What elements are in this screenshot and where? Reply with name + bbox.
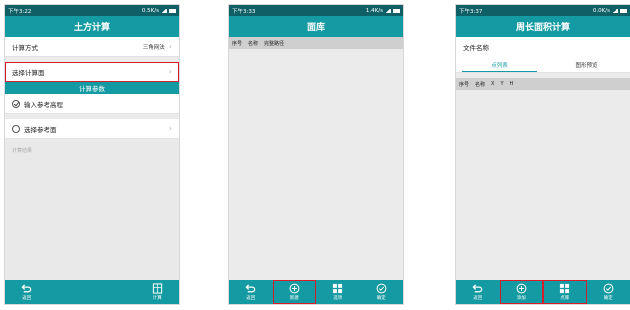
status-time: 下午3:33 bbox=[232, 8, 256, 15]
chevron-right-icon: › bbox=[168, 41, 172, 51]
tab-graph-preview[interactable]: 图形预览 bbox=[543, 57, 630, 72]
input-ref-height-label: 输入参考高程 bbox=[24, 100, 63, 109]
column-header: 完整路径 bbox=[264, 40, 285, 47]
confirm-button[interactable]: 确定 bbox=[587, 280, 630, 304]
status-bar: 下午3:37 0.0K/s bbox=[456, 5, 630, 16]
perimeter-area-screen: 下午3:37 0.0K/s 周长面积计算 文件名称 点列表 图形预览 序号 名称… bbox=[455, 4, 630, 305]
result-area: 计算结果 bbox=[5, 142, 179, 280]
calc-method-label: 计算方式 bbox=[12, 43, 38, 52]
calc-method-row[interactable]: 计算方式 三角网法 › bbox=[5, 37, 179, 57]
battery-icon bbox=[393, 8, 400, 13]
back-arrow-icon bbox=[21, 284, 32, 293]
status-time: 下午3:37 bbox=[459, 8, 483, 15]
table-header: 序号 名称 X Y H bbox=[456, 78, 630, 90]
radio-icon[interactable] bbox=[12, 124, 20, 133]
input-ref-height-row[interactable]: 输入参考高程 bbox=[5, 94, 179, 114]
filename-label: 文件名称 bbox=[463, 44, 489, 52]
calc-method-value: 三角网法 bbox=[142, 44, 165, 51]
network-speed: 1.4K/s bbox=[365, 7, 383, 14]
battery-icon bbox=[169, 8, 176, 13]
signal-icon bbox=[612, 8, 618, 13]
back-arrow-icon bbox=[472, 284, 483, 293]
page-title: 面库 bbox=[229, 16, 403, 37]
plus-circle-icon bbox=[516, 283, 527, 294]
section-header-params: 计算参数 bbox=[5, 82, 179, 94]
back-button[interactable]: 返回 bbox=[456, 280, 500, 304]
status-time: 下午3:22 bbox=[8, 8, 32, 15]
filename-row[interactable]: 文件名称 bbox=[456, 37, 630, 57]
column-header: 名称 bbox=[248, 40, 259, 47]
column-header: X bbox=[491, 81, 495, 87]
status-bar: 下午3:22 0.5K/s bbox=[5, 5, 179, 16]
back-button[interactable]: 返回 bbox=[5, 280, 49, 304]
check-circle-icon[interactable] bbox=[12, 99, 20, 108]
bottom-nav: 返回 计算 bbox=[5, 280, 179, 304]
status-bar: 下午3:33 1.4K/s bbox=[229, 5, 403, 16]
surface-library-screen: 下午3:33 1.4K/s 面库 序号 名称 完整路径 返回 新建 选项 确定 bbox=[228, 4, 404, 305]
calculate-button[interactable]: 计算 bbox=[136, 280, 180, 304]
options-button[interactable]: 选项 bbox=[316, 280, 360, 304]
new-button[interactable]: 新建 bbox=[272, 280, 316, 304]
back-arrow-icon bbox=[245, 284, 256, 293]
back-button[interactable]: 返回 bbox=[229, 280, 273, 304]
column-header: H bbox=[509, 81, 514, 87]
confirm-button[interactable]: 确定 bbox=[360, 280, 404, 304]
grid-icon bbox=[560, 283, 570, 294]
column-header: Y bbox=[500, 81, 504, 87]
select-ref-surface-row[interactable]: 选择参考面 › bbox=[5, 119, 179, 139]
network-speed: 0.5K/s bbox=[141, 7, 159, 14]
chevron-right-icon: › bbox=[168, 123, 172, 133]
column-header: 名称 bbox=[475, 81, 486, 88]
check-circle-icon bbox=[603, 283, 614, 294]
chevron-right-icon: › bbox=[168, 66, 172, 76]
page-title: 周长面积计算 bbox=[456, 16, 630, 37]
network-speed: 0.0K/s bbox=[592, 7, 610, 14]
earthwork-screen: 下午3:22 0.5K/s 土方计算 计算方式 三角网法 › 选择计算面 › 计… bbox=[4, 4, 180, 305]
signal-icon bbox=[161, 8, 167, 13]
add-button[interactable]: 添加 bbox=[499, 280, 543, 304]
column-header: 序号 bbox=[459, 81, 470, 88]
bottom-nav: 返回 添加 点库 确定 bbox=[456, 280, 630, 304]
tab-bar: 点列表 图形预览 bbox=[456, 57, 630, 73]
bottom-nav: 返回 新建 选项 确定 bbox=[229, 280, 403, 304]
select-surface-row[interactable]: 选择计算面 › bbox=[5, 62, 179, 82]
calculator-icon bbox=[152, 283, 162, 294]
result-placeholder: 计算结果 bbox=[12, 148, 33, 154]
select-ref-surface-label: 选择参考面 bbox=[24, 125, 57, 134]
table-header: 序号 名称 完整路径 bbox=[229, 37, 403, 49]
plus-circle-icon bbox=[289, 283, 300, 294]
grid-icon bbox=[333, 283, 343, 294]
point-library-button[interactable]: 点库 bbox=[543, 280, 587, 304]
select-surface-label: 选择计算面 bbox=[12, 68, 45, 77]
page-title: 土方计算 bbox=[5, 16, 179, 37]
tab-point-list[interactable]: 点列表 bbox=[456, 57, 543, 72]
check-circle-icon bbox=[376, 283, 387, 294]
battery-icon bbox=[620, 8, 627, 13]
column-header: 序号 bbox=[232, 40, 243, 47]
signal-icon bbox=[385, 8, 391, 13]
